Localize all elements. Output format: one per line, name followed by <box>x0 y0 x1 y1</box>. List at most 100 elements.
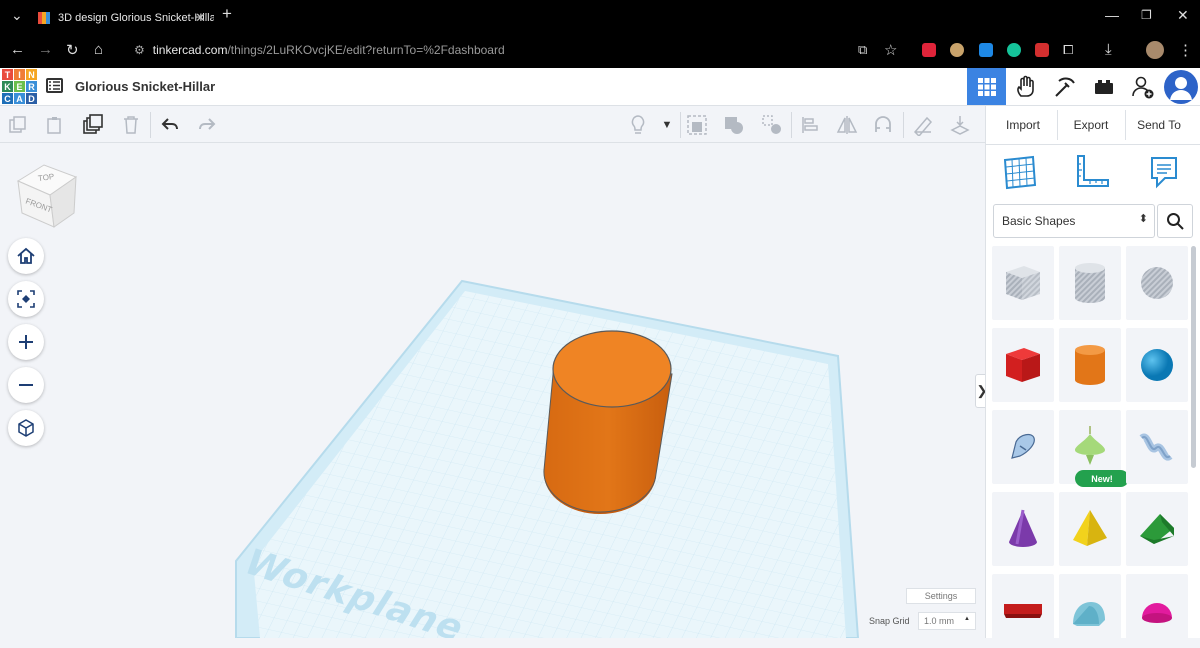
logo-letter: E <box>14 81 25 92</box>
tab-search-icon[interactable]: ⌄ <box>11 7 23 24</box>
notes-tool-button[interactable] <box>1146 154 1182 195</box>
logo-letter: A <box>14 93 25 104</box>
extension-hd-icon[interactable] <box>1035 43 1049 57</box>
shape-scribble[interactable] <box>992 410 1054 484</box>
shape-text[interactable] <box>992 574 1054 648</box>
panel-scrollbar[interactable] <box>1191 246 1196 468</box>
new-badge: New! <box>1075 470 1129 487</box>
workplane-tool-button[interactable] <box>1002 154 1038 195</box>
home-icon <box>17 247 35 264</box>
shape-pyramid[interactable] <box>1059 492 1121 566</box>
extension-flag-icon[interactable] <box>979 43 993 57</box>
shape-box[interactable] <box>992 328 1054 402</box>
logo-letter: C <box>2 93 13 104</box>
3d-viewport[interactable]: Workplane TOP FRONT <box>0 143 985 638</box>
shape-sphere-hole[interactable] <box>1126 246 1188 320</box>
url-bar[interactable]: ⚙ tinkercad.com /things/2LuRKOvcjKE/edit… <box>124 36 914 64</box>
bookmark-star-icon[interactable]: ☆ <box>884 41 897 59</box>
invite-user-button[interactable] <box>1123 68 1162 105</box>
notes-button[interactable] <box>627 114 649 136</box>
cylinder-hole-icon <box>1075 263 1105 303</box>
shape-cone[interactable] <box>992 492 1054 566</box>
shape-half-sphere[interactable] <box>1126 574 1188 648</box>
search-icon <box>1167 213 1184 230</box>
copy-button[interactable] <box>7 114 29 136</box>
mirror-button[interactable] <box>836 114 858 136</box>
close-window-icon[interactable]: ✕ <box>1177 7 1189 24</box>
install-app-icon[interactable]: ⧉ <box>858 42 867 58</box>
fit-view-button[interactable] <box>8 281 44 317</box>
shape-category-select[interactable]: Basic Shapes ⬍ <box>993 204 1155 238</box>
bricks-button[interactable] <box>1084 68 1123 105</box>
shape-cylinder[interactable] <box>1059 328 1121 402</box>
shape-sphere[interactable] <box>1126 328 1188 402</box>
orange-cylinder[interactable] <box>543 330 673 514</box>
minus-icon <box>19 384 33 386</box>
hole-solid-button[interactable] <box>723 114 745 136</box>
snap-grid-value: 1.0 mm <box>924 616 955 626</box>
snap-grid-label: Snap Grid <box>869 616 910 626</box>
view-cube[interactable]: TOP FRONT <box>14 157 80 229</box>
show-all-button[interactable] <box>686 114 708 136</box>
extensions-puzzle-icon[interactable]: ⧠ <box>1063 42 1073 58</box>
note-icon <box>1151 157 1177 189</box>
user-avatar[interactable] <box>1164 70 1198 104</box>
shape-roof[interactable] <box>1126 492 1188 566</box>
export-button[interactable]: Export <box>1058 112 1124 138</box>
zoom-out-button[interactable] <box>8 367 44 403</box>
hide-button[interactable] <box>761 114 783 136</box>
design-title[interactable]: Glorious Snicket-Hillar <box>75 79 215 94</box>
settings-button[interactable]: Settings <box>906 588 976 604</box>
cruise-button[interactable] <box>872 114 894 136</box>
new-tab-icon[interactable]: + <box>222 4 232 24</box>
shape-cylinder-hole[interactable] <box>1059 246 1121 320</box>
extension-youtube-icon[interactable] <box>922 43 936 57</box>
design-menu-icon[interactable] <box>46 78 63 93</box>
shape-half-cylinder[interactable] <box>1059 574 1121 648</box>
delete-button[interactable] <box>120 114 142 136</box>
restore-icon[interactable]: ❐ <box>1141 8 1152 22</box>
redo-button[interactable] <box>196 114 218 136</box>
shape-search-button[interactable] <box>1157 204 1193 238</box>
sim-lab-button[interactable] <box>1006 68 1045 105</box>
extension-face-icon[interactable] <box>950 43 964 57</box>
browser-tab[interactable]: 3D design Glorious Snicket-Hillar ✕ <box>28 4 214 32</box>
back-icon[interactable]: ← <box>10 41 25 58</box>
minimize-icon[interactable]: — <box>1105 7 1119 23</box>
download-icon[interactable]: ⤓ <box>1105 41 1112 58</box>
perspective-button[interactable] <box>8 410 44 446</box>
shape-squiggle[interactable] <box>1126 410 1188 484</box>
tinkercad-logo[interactable]: T I N K E R C A D <box>2 69 37 104</box>
send-to-button[interactable]: Send To <box>1126 112 1192 138</box>
undo-button[interactable] <box>159 114 181 136</box>
extension-grammarly-icon[interactable] <box>1007 43 1021 57</box>
duplicate-button[interactable] <box>82 114 104 136</box>
home-view-button[interactable] <box>8 238 44 274</box>
workplane-button[interactable] <box>949 114 971 136</box>
home-icon[interactable]: ⌂ <box>94 41 103 58</box>
3d-view-grid-button[interactable] <box>967 68 1006 105</box>
ruler-button[interactable] <box>912 114 934 136</box>
edit-toolbar: ▼ <box>0 106 985 143</box>
chrome-menu-icon[interactable]: ⋮ <box>1178 41 1193 59</box>
toolbar-divider <box>150 112 151 138</box>
grid-view-icon <box>977 77 996 96</box>
profile-avatar-icon[interactable] <box>1146 41 1164 59</box>
site-info-icon[interactable]: ⚙ <box>134 43 145 57</box>
snap-grid-select[interactable]: 1.0 mm ▲ <box>918 612 976 630</box>
reload-icon[interactable]: ↻ <box>66 41 79 59</box>
purple-cone-icon <box>1009 509 1037 547</box>
paste-button[interactable] <box>44 114 66 136</box>
shape-box-hole[interactable] <box>992 246 1054 320</box>
codeblocks-button[interactable] <box>1045 68 1084 105</box>
close-tab-icon[interactable]: ✕ <box>195 10 206 26</box>
align-button[interactable] <box>799 114 821 136</box>
forward-icon[interactable]: → <box>38 41 53 58</box>
notes-dropdown-button[interactable]: ▼ <box>656 114 678 136</box>
import-button[interactable]: Import <box>990 112 1056 138</box>
zoom-in-button[interactable] <box>8 324 44 360</box>
duplicate-icon <box>83 114 103 134</box>
shape-spinning-top[interactable]: New! <box>1059 410 1129 487</box>
url-path: /things/2LuRKOvcjKE/edit?returnTo=%2Fdas… <box>227 43 505 57</box>
ruler-tool-button[interactable] <box>1074 154 1110 195</box>
